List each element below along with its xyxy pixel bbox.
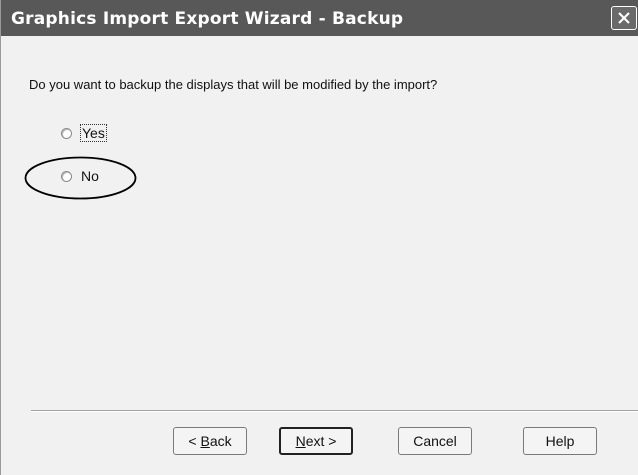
next-button[interactable]: Next > [279, 427, 353, 455]
next-rest: ext > [305, 433, 337, 449]
radio-yes[interactable] [61, 127, 72, 139]
wizard-window: Graphics Import Export Wizard - Backup D… [0, 0, 638, 475]
footer-separator [31, 410, 638, 412]
back-button[interactable]: < Back [173, 427, 247, 455]
window-title: Graphics Import Export Wizard - Backup [11, 9, 404, 29]
option-yes[interactable]: Yes [61, 124, 107, 142]
close-button[interactable] [611, 6, 637, 30]
back-rest: ack [209, 433, 232, 449]
back-mnemonic: B [200, 433, 210, 449]
cancel-button[interactable]: Cancel [398, 427, 472, 455]
back-prefix: < [188, 433, 201, 449]
backup-question: Do you want to backup the displays that … [29, 77, 438, 92]
option-yes-label[interactable]: Yes [80, 124, 107, 142]
highlight-oval [24, 156, 137, 200]
help-button[interactable]: Help [523, 427, 597, 455]
next-mnemonic: N [295, 433, 306, 449]
close-icon [618, 12, 630, 24]
title-bar: Graphics Import Export Wizard - Backup [1, 0, 638, 36]
